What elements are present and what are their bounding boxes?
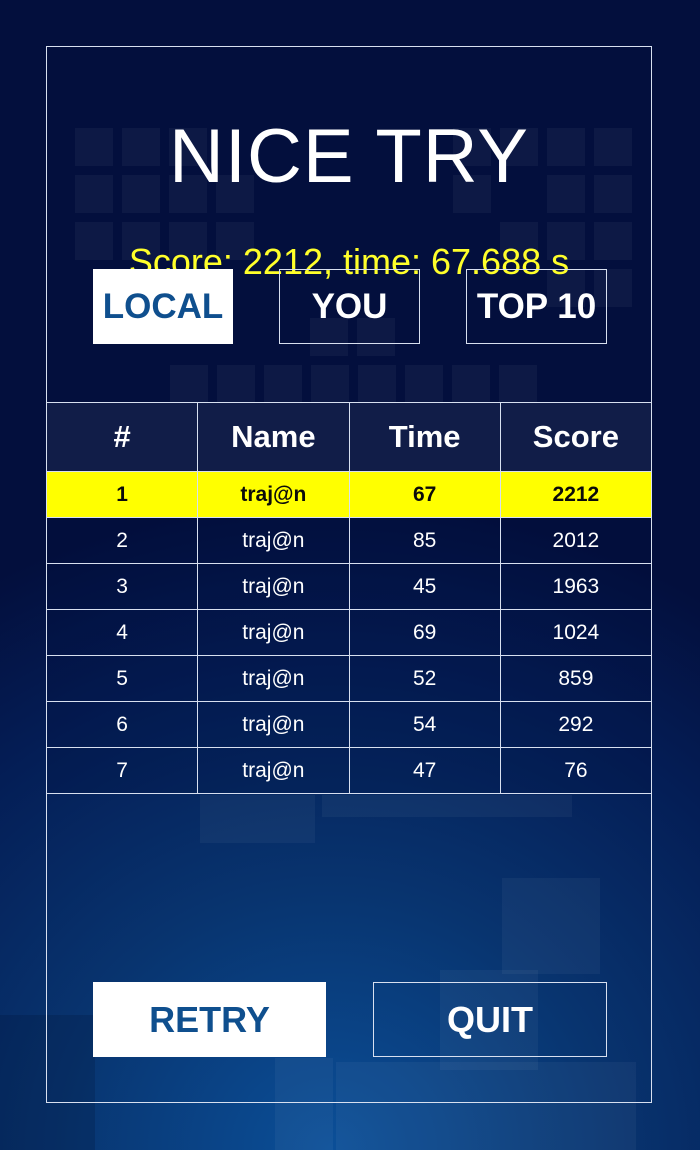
column-header-name: Name: [197, 402, 350, 472]
row-time: 69: [348, 609, 501, 656]
row-time: 52: [348, 655, 501, 702]
table-row: 7 traj@n 47 76: [45, 747, 653, 794]
page-title: NICE TRY: [169, 114, 529, 199]
tab-you[interactable]: YOU: [279, 269, 420, 344]
row-rank: 6: [45, 701, 199, 748]
quit-button[interactable]: QUIT: [373, 982, 607, 1057]
row-score: 2212: [499, 471, 653, 518]
table-row-current: 1 traj@n 67 2212: [45, 471, 653, 518]
row-time: 85: [348, 517, 501, 564]
row-name: traj@n: [197, 747, 350, 794]
leaderboard-table: # Name Time Score 1 traj@n 67 2212 2 tra…: [45, 402, 653, 794]
row-rank: 5: [45, 655, 199, 702]
leaderboard-header-row: # Name Time Score: [45, 402, 653, 472]
row-time: 67: [348, 471, 501, 518]
row-rank: 7: [45, 747, 199, 794]
row-score: 1024: [499, 609, 653, 656]
table-row: 3 traj@n 45 1963: [45, 563, 653, 610]
row-score: 1963: [499, 563, 653, 610]
row-rank: 1: [45, 471, 199, 518]
table-row: 5 traj@n 52 859: [45, 655, 653, 702]
retry-button[interactable]: RETRY: [93, 982, 326, 1057]
column-header-score: Score: [499, 402, 653, 472]
row-time: 47: [348, 747, 501, 794]
row-time: 54: [348, 701, 501, 748]
row-score: 76: [499, 747, 653, 794]
table-row: 2 traj@n 85 2012: [45, 517, 653, 564]
leaderboard: # Name Time Score 1 traj@n 67 2212 2 tra…: [45, 402, 653, 794]
row-name: traj@n: [197, 471, 350, 518]
row-rank: 2: [45, 517, 199, 564]
row-name: traj@n: [197, 609, 350, 656]
row-score: 292: [499, 701, 653, 748]
row-rank: 3: [45, 563, 199, 610]
row-name: traj@n: [197, 517, 350, 564]
table-row: 6 traj@n 54 292: [45, 701, 653, 748]
row-score: 859: [499, 655, 653, 702]
column-header-rank: #: [45, 402, 199, 472]
row-rank: 4: [45, 609, 199, 656]
tab-top-10[interactable]: TOP 10: [466, 269, 607, 344]
row-name: traj@n: [197, 655, 350, 702]
tab-local[interactable]: LOCAL: [93, 269, 233, 344]
column-header-time: Time: [348, 402, 501, 472]
row-name: traj@n: [197, 701, 350, 748]
row-score: 2012: [499, 517, 653, 564]
row-name: traj@n: [197, 563, 350, 610]
table-row: 4 traj@n 69 1024: [45, 609, 653, 656]
row-time: 45: [348, 563, 501, 610]
